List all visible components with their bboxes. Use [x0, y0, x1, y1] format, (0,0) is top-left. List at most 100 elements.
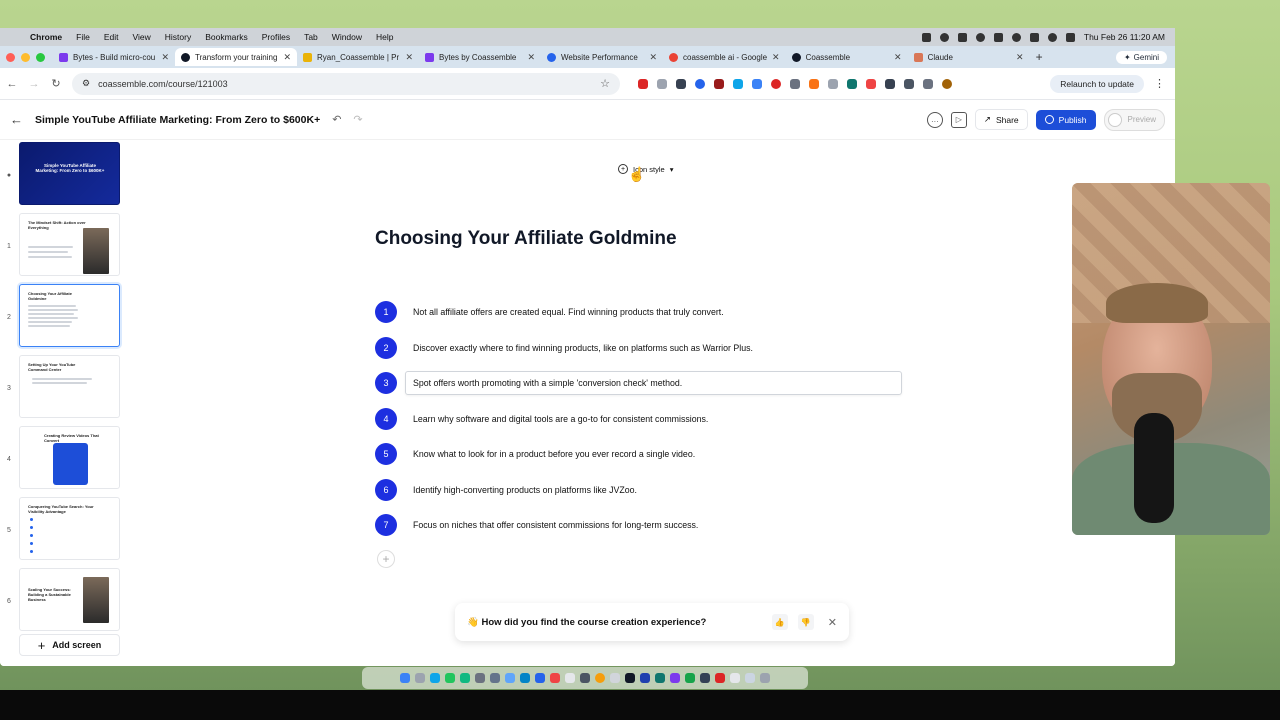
- extension-icon[interactable]: [885, 78, 895, 89]
- list-item-text[interactable]: Identify high-converting products on pla…: [413, 485, 637, 495]
- menu-bookmarks[interactable]: Bookmarks: [205, 32, 248, 42]
- extension-icon[interactable]: [790, 78, 800, 89]
- gemini-button[interactable]: ✦ Gemini: [1115, 50, 1167, 64]
- list-item[interactable]: 7 Focus on niches that offer consistent c…: [375, 513, 903, 537]
- menu-window[interactable]: Window: [332, 32, 362, 42]
- list-item[interactable]: 4 Learn why software and digital tools ar…: [375, 407, 903, 431]
- extension-icon[interactable]: [828, 78, 838, 89]
- sidepanel-icon[interactable]: [923, 78, 933, 89]
- new-tab-icon[interactable]: +: [1036, 50, 1043, 64]
- status-icon[interactable]: [939, 32, 949, 42]
- dock-app-icon[interactable]: [745, 673, 755, 683]
- apple-icon[interactable]: [8, 32, 18, 42]
- dock-app-icon[interactable]: [685, 673, 695, 683]
- dock-app-icon[interactable]: [475, 673, 485, 683]
- wifi-icon[interactable]: [1011, 32, 1021, 42]
- status-icon[interactable]: [921, 32, 931, 42]
- list-item-text[interactable]: Discover exactly where to find winning p…: [413, 343, 753, 353]
- dock-app-icon[interactable]: [580, 673, 590, 683]
- dock-app-icon[interactable]: [505, 673, 515, 683]
- dock-app-icon[interactable]: [700, 673, 710, 683]
- status-icon[interactable]: [975, 32, 985, 42]
- undo-icon[interactable]: ↶: [332, 113, 341, 126]
- extension-icon[interactable]: [809, 78, 819, 89]
- menu-edit[interactable]: Edit: [104, 32, 119, 42]
- add-screen-button[interactable]: + Add screen: [19, 634, 120, 656]
- comments-icon[interactable]: …: [926, 111, 943, 128]
- status-icon[interactable]: [993, 32, 1003, 42]
- control-center-icon[interactable]: [1065, 32, 1075, 42]
- publish-button[interactable]: Publish: [1035, 109, 1096, 130]
- screen-thumbnail[interactable]: Conquering YouTube Search: Your Visibili…: [19, 497, 120, 560]
- dock-app-icon[interactable]: [655, 673, 665, 683]
- status-icon[interactable]: [957, 32, 967, 42]
- menu-tab[interactable]: Tab: [304, 32, 318, 42]
- menu-help[interactable]: Help: [376, 32, 393, 42]
- site-info-icon[interactable]: ⚙: [82, 78, 90, 89]
- close-icon[interactable]: ✕: [828, 616, 837, 629]
- extension-icon[interactable]: [771, 78, 781, 89]
- screen-thumbnail-row[interactable]: 2 Choosing Your Affiliate Goldmine: [0, 284, 126, 350]
- browser-tab[interactable]: Ryan_Coassemble | Pr ✕: [297, 48, 419, 66]
- back-arrow-icon[interactable]: ←: [10, 112, 23, 127]
- browser-tab[interactable]: Coassemble ✕: [786, 48, 908, 66]
- trash-icon[interactable]: [760, 673, 770, 683]
- menu-profiles[interactable]: Profiles: [262, 32, 290, 42]
- list-item[interactable]: 1 Not all affiliate offers are created eq…: [375, 300, 903, 324]
- dock-app-icon[interactable]: [535, 673, 545, 683]
- dock-app-icon[interactable]: [490, 673, 500, 683]
- screen-thumbnail[interactable]: The Mindset Shift: Action over Everythin…: [19, 213, 120, 276]
- redo-icon[interactable]: ↷: [353, 113, 362, 126]
- dock-app-icon[interactable]: [730, 673, 740, 683]
- browser-tab-active[interactable]: Transform your training ✕: [175, 48, 297, 66]
- url-text[interactable]: coassemble.com/course/121003: [98, 79, 228, 89]
- screen-thumbnail-row[interactable]: 4 Creating Review Videos That Convert: [0, 426, 126, 492]
- menu-history[interactable]: History: [165, 32, 191, 42]
- close-tab-icon[interactable]: ✕: [283, 52, 291, 63]
- terminal-icon[interactable]: [625, 673, 635, 683]
- dock-app-icon[interactable]: [670, 673, 680, 683]
- dock-app-icon[interactable]: [430, 673, 440, 683]
- thumbs-down-icon[interactable]: 👎: [797, 614, 814, 630]
- zoom-window-icon[interactable]: [36, 52, 45, 62]
- screen-thumbnail-row[interactable]: 1 The Mindset Shift: Action over Everyth…: [0, 213, 126, 279]
- close-tab-icon[interactable]: ✕: [161, 52, 169, 63]
- browser-tab[interactable]: Claude ✕: [908, 48, 1030, 66]
- close-tab-icon[interactable]: ✕: [894, 52, 902, 63]
- close-tab-icon[interactable]: ✕: [527, 52, 535, 63]
- screen-thumbnail[interactable]: Creating Review Videos That Convert: [19, 426, 120, 489]
- list-item-text[interactable]: Know what to look for in a product befor…: [413, 449, 695, 459]
- extension-icon[interactable]: [676, 78, 686, 89]
- battery-icon[interactable]: [1029, 32, 1039, 42]
- browser-tab[interactable]: Bytes by Coassemble ✕: [419, 48, 541, 66]
- extension-icon[interactable]: [657, 78, 667, 89]
- add-item-button[interactable]: +: [377, 550, 395, 568]
- menu-file[interactable]: File: [76, 32, 90, 42]
- list-item[interactable]: 6 Identify high-converting products on pl…: [375, 478, 903, 502]
- address-bar[interactable]: ⚙ coassemble.com/course/121003 ☆: [72, 72, 620, 95]
- present-icon[interactable]: ▷: [950, 111, 967, 128]
- dock-app-icon[interactable]: [460, 673, 470, 683]
- preview-toggle[interactable]: Preview: [1103, 108, 1165, 131]
- dock-app-icon[interactable]: [610, 673, 620, 683]
- bookmark-star-icon[interactable]: ☆: [600, 77, 610, 90]
- list-item-text[interactable]: Focus on niches that offer consistent co…: [413, 520, 698, 530]
- list-item-focused[interactable]: 3 Spot offers worth promoting with a simp…: [375, 371, 903, 395]
- dock-app-icon[interactable]: [565, 673, 575, 683]
- slide-title[interactable]: Choosing Your Affiliate Goldmine: [375, 228, 677, 250]
- puzzle-icon[interactable]: [904, 78, 914, 89]
- close-tab-icon[interactable]: ✕: [772, 52, 780, 63]
- close-tab-icon[interactable]: ✕: [405, 52, 413, 63]
- list-item[interactable]: 5 Know what to look for in a product befo…: [375, 442, 903, 466]
- close-window-icon[interactable]: [6, 52, 15, 62]
- share-button[interactable]: ↗ Share: [974, 109, 1028, 130]
- close-tab-icon[interactable]: ✕: [649, 52, 657, 63]
- list-item-text[interactable]: Learn why software and digital tools are…: [413, 414, 708, 424]
- chrome-dock-icon[interactable]: [595, 673, 605, 683]
- screen-thumbnail-row[interactable]: 5 Conquering YouTube Search: Your Visibi…: [0, 497, 126, 563]
- screen-thumbnail[interactable]: Simple YouTube Affiliate Marketing: From…: [19, 142, 120, 205]
- extension-icon[interactable]: [752, 78, 762, 89]
- browser-tab[interactable]: Website Performance ✕: [541, 48, 663, 66]
- screen-thumbnail-row[interactable]: 6 Scaling Your Success: Building a Susta…: [0, 568, 126, 634]
- finder-icon[interactable]: [400, 673, 410, 683]
